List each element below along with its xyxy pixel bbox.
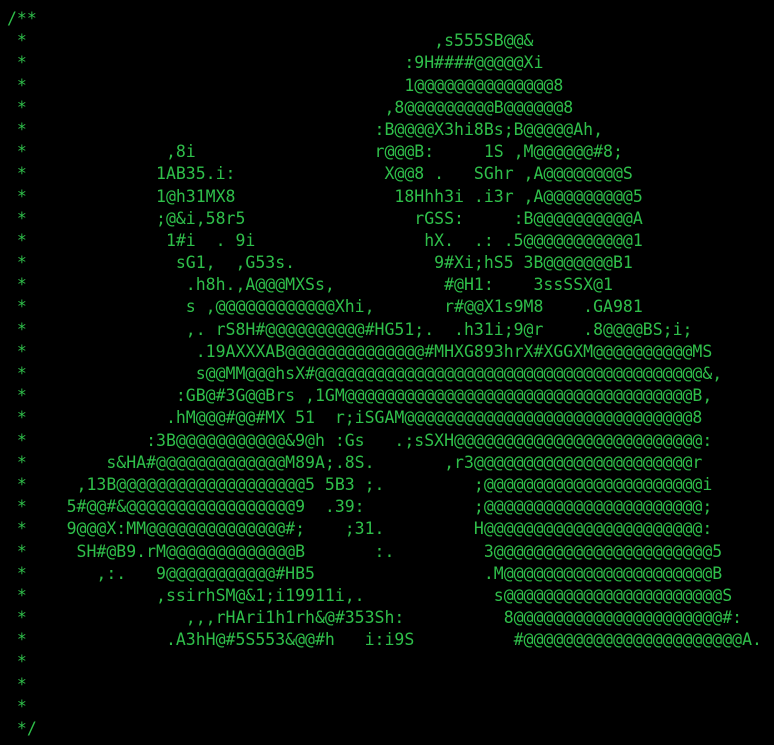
comment-line: * :GB@#3G@@Brs ,1GM@@@@@@@@@@@@@@@@@@@@@… (7, 386, 713, 406)
comment-line: * .A3hH@#5S553&@@#h i:i9S #@@@@@@@@@@@@@… (7, 630, 762, 650)
comment-line: * 1AB35.i: X@@8 . SGhr ,A@@@@@@@@S (7, 164, 633, 184)
comment-line: * (7, 652, 27, 672)
comment-line: * ,ssirhSM@&1;i19911i,. s@@@@@@@@@@@@@@@… (7, 585, 733, 605)
comment-line: * .h8h.,A@@@MXSs, #@H1: 3ssSSX@1 (7, 275, 613, 295)
comment-line: * ,8@@@@@@@@@B@@@@@@8 (7, 97, 574, 117)
comment-line: * sG1, ,G53s. 9#Xi;hS5 3B@@@@@@@B1 (7, 253, 633, 273)
comment-line: * .hM@@@#@@#MX 51 r;iSGAM@@@@@@@@@@@@@@@… (7, 408, 703, 428)
comment-line: * ;@&i,58r5 rGSS: :B@@@@@@@@@@A (7, 208, 643, 228)
comment-line: * (7, 674, 27, 694)
comment-line: * 9@@@X:MM@@@@@@@@@@@@@@#; ;31. H@@@@@@@… (7, 519, 713, 539)
comment-line: * ,:. 9@@@@@@@@@@@#HB5 .M@@@@@@@@@@@@@@@… (7, 563, 723, 583)
code-comment-screen: /** * ,s555SB@@& * :9H####@@@@@Xi * 1@@@… (0, 0, 774, 745)
comment-line: /** (7, 9, 37, 28)
ascii-art-comment: /** * ,s555SB@@& * :9H####@@@@@Xi * 1@@@… (7, 8, 762, 740)
comment-line: * 1@h31MX8 18Hhh3i .i3r ,A@@@@@@@@@5 (7, 186, 643, 206)
comment-line: * (7, 696, 27, 716)
comment-line: * :3B@@@@@@@@@@@&9@h :Gs .;sSXH@@@@@@@@@… (7, 430, 713, 450)
comment-line: * s&HA#@@@@@@@@@@@@@M89A;.8S. ,r3@@@@@@@… (7, 452, 703, 472)
comment-line: * 1#i . 9i hX. .: .5@@@@@@@@@@@1 (7, 230, 643, 250)
comment-line: * ,13B@@@@@@@@@@@@@@@@@@@5 5B3 ;. ;@@@@@… (7, 474, 713, 494)
comment-line: * .19AXXXAB@@@@@@@@@@@@@@#MHXG893hrX#XGG… (7, 341, 713, 361)
comment-line: * :B@@@@X3hi8Bs;B@@@@@Ah, (7, 119, 604, 139)
comment-line: * ,,,rHAri1h1rh&@#353Sh: 8@@@@@@@@@@@@@@… (7, 608, 743, 628)
comment-line: * SH#@B9.rM@@@@@@@@@@@@@B :. 3@@@@@@@@@@… (7, 541, 723, 561)
comment-line: * 1@@@@@@@@@@@@@@8 (7, 75, 564, 95)
comment-line: * :9H####@@@@@Xi (7, 53, 544, 73)
comment-line: */ (7, 719, 37, 738)
comment-line: * s@@MM@@@hsX#@@@@@@@@@@@@@@@@@@@@@@@@@@… (7, 364, 723, 383)
comment-line: * 5#@@#&@@@@@@@@@@@@@@@@@9 .39: ;@@@@@@@… (7, 497, 713, 517)
comment-line: * ,s555SB@@& (7, 31, 534, 51)
comment-line: * s ,@@@@@@@@@@@@Xhi, r#@@X1s9M8 .GA981 (7, 297, 643, 317)
comment-line: * ,. rS8H#@@@@@@@@@@#HG51;. .h31i;9@r .8… (7, 319, 693, 339)
comment-line: * ,8i r@@@B: 1S ,M@@@@@@#8; (7, 142, 623, 162)
